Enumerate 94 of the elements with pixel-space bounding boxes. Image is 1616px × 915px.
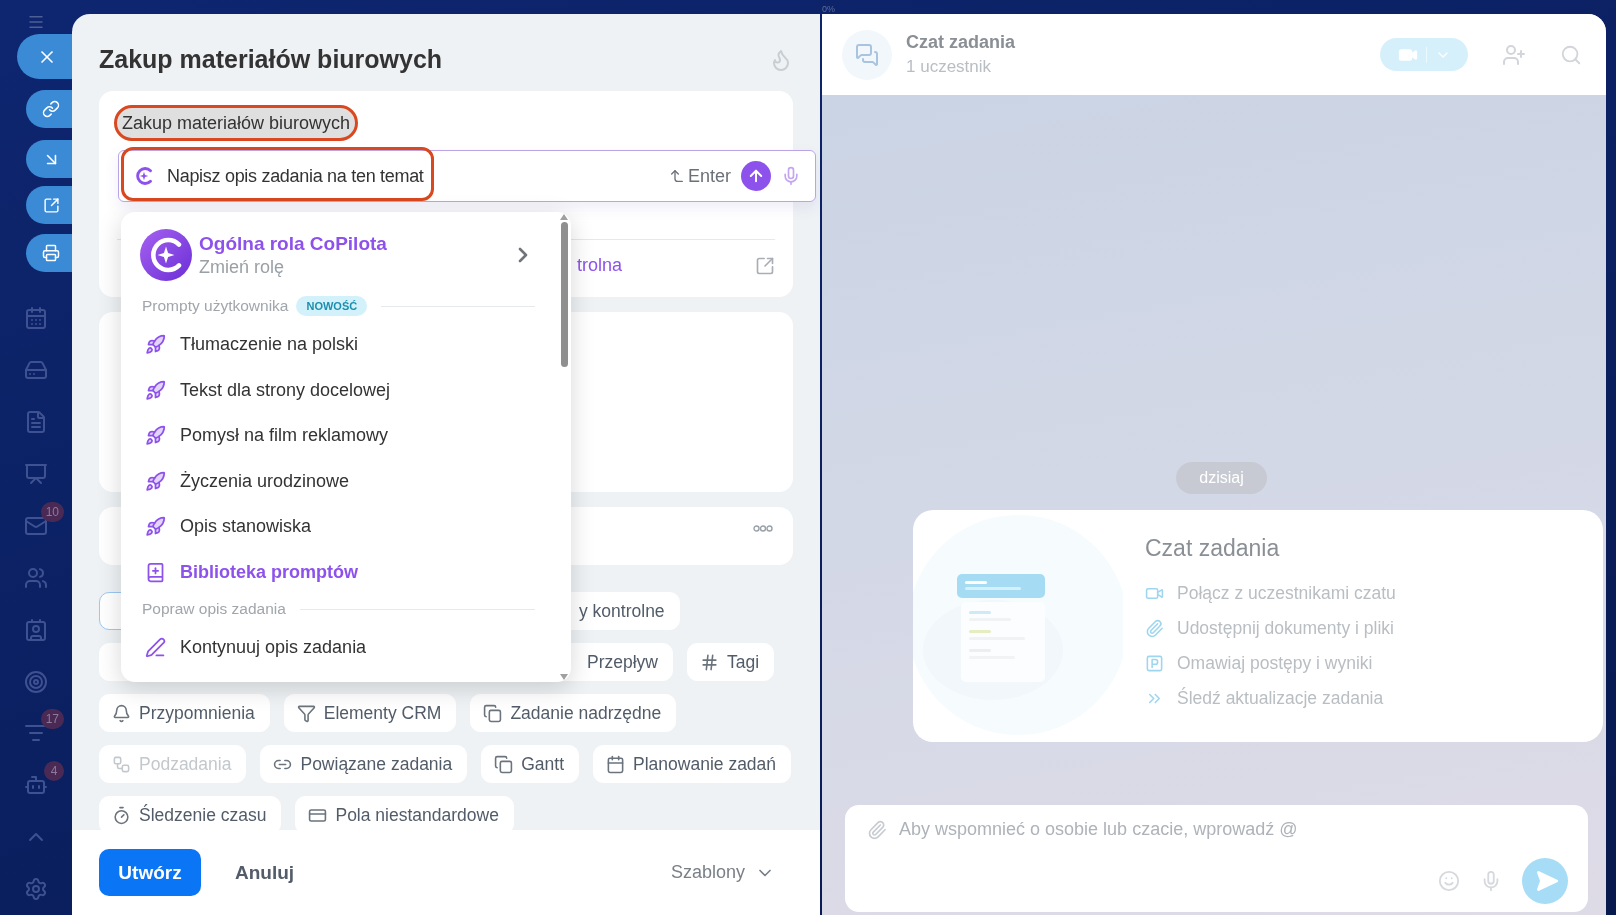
target-icon[interactable] [24, 669, 48, 694]
feature-text: Połącz z uczestnikami czatu [1145, 582, 1396, 605]
presentation-icon[interactable] [24, 462, 48, 487]
book-icon [145, 561, 166, 583]
funnel-icon [296, 703, 316, 723]
search-icon [1560, 43, 1582, 66]
calendar-icon[interactable] [24, 306, 48, 331]
intro-title: Czat zadania [1145, 535, 1281, 562]
open-external-button[interactable] [26, 186, 72, 224]
checklist-link[interactable]: trolna [577, 255, 623, 276]
enter-arrow-icon [668, 168, 685, 184]
rocket-icon [145, 470, 166, 492]
paperclip-icon[interactable] [867, 819, 887, 840]
search-button[interactable] [1560, 43, 1582, 66]
printer-icon [42, 244, 60, 262]
bell-icon [112, 703, 131, 723]
feature-text: Omawiaj postępy i wyniki [1145, 652, 1396, 675]
feature-chip[interactable]: Zadanie nadrzędne [470, 694, 677, 732]
feature-chip[interactable]: Planowanie zadań [593, 745, 792, 783]
progress-label: 0% [822, 4, 835, 14]
feature-text: Udostępnij dokumenty i pliki [1145, 617, 1396, 640]
menu-item[interactable]: Życzenia urodzinowe [140, 458, 535, 504]
external-link-icon [42, 196, 60, 214]
paperclip-icon [1145, 619, 1164, 638]
role-subtitle: Zmień rolę [199, 256, 286, 278]
send-message-button[interactable] [1522, 858, 1568, 904]
feature-chip[interactable]: Śledzenie czasu [99, 796, 282, 830]
pen-icon [145, 637, 166, 659]
date-label: dzisiaj [1176, 462, 1267, 494]
chat-bubbles-icon [855, 42, 879, 67]
smiley-icon [1438, 870, 1460, 892]
role-title: Ogólna rola CoPilota [199, 232, 388, 255]
video-call-button[interactable] [1380, 38, 1468, 71]
section-title: Prompty użytkownika [142, 297, 289, 315]
feature-chip[interactable]: Powiązane zadania [260, 745, 468, 783]
timer-icon [112, 805, 131, 825]
copy-link-button[interactable] [26, 90, 72, 128]
subtask-icon [112, 754, 131, 774]
menu-item[interactable]: Tekst dla strony docelowej [140, 367, 535, 413]
menu-item[interactable]: Tłumaczenie na polski [140, 322, 535, 368]
menu-item[interactable]: Pomysł na film reklamowy [140, 413, 535, 459]
participants-count: 1 uczestnik [906, 57, 993, 77]
section-title: Popraw opis zadania [142, 600, 286, 618]
rocket-icon [145, 379, 166, 401]
add-user-icon [1502, 42, 1526, 67]
hash-icon [700, 652, 719, 672]
feature-text: Śledź aktualizacje zadania [1145, 687, 1396, 710]
rocket-icon [145, 425, 166, 447]
more-icon [753, 525, 773, 532]
calendar-icon [606, 754, 626, 774]
more-button[interactable] [753, 525, 773, 532]
people-icon[interactable] [24, 565, 48, 590]
new-badge: NOWOŚĆ [296, 296, 368, 316]
task-name-field[interactable]: Zakup materiałów biurowych [114, 105, 359, 141]
count-badge: 17 [40, 709, 64, 730]
document-icon[interactable] [24, 410, 48, 435]
scrollbar-thumb[interactable] [560, 222, 568, 367]
feature-chip[interactable]: Tagi [687, 643, 775, 681]
p-square-icon [1145, 654, 1164, 673]
feature-chip[interactable]: Gantt [481, 745, 580, 783]
copilot-logo-icon [140, 229, 192, 281]
send-icon [1534, 869, 1559, 893]
task-title: Zakup materiałów biurowych [99, 45, 443, 74]
count-badge: 4 [44, 761, 64, 782]
download-button[interactable] [26, 140, 72, 178]
create-button[interactable]: Utwórz [99, 849, 201, 896]
contact-card-icon[interactable] [24, 617, 48, 642]
emoji-button[interactable] [1438, 870, 1460, 892]
feature-chip[interactable]: Pola niestandardowe [295, 796, 514, 830]
settings-icon[interactable] [24, 877, 48, 902]
ai-prompt-field[interactable]: Napisz opis zadania na ten temat Enter [118, 150, 816, 202]
message-field[interactable]: Aby wspomnieć o osobie lub czacie, wprowadź @ [899, 819, 1572, 840]
stacked-squares-icon [494, 754, 514, 774]
send-button[interactable] [741, 161, 771, 191]
feature-chip[interactable]: Przypomnienia [99, 694, 270, 732]
feature-chip[interactable]: Elementy CRM [283, 694, 457, 732]
rocket-icon [145, 334, 166, 356]
print-button[interactable] [26, 234, 72, 272]
open-external-icon[interactable] [755, 255, 775, 276]
menu-item[interactable]: Biblioteka promptów [140, 549, 535, 595]
prompt-text: Napisz opis zadania na ten temat [167, 165, 425, 187]
templates-dropdown[interactable]: Szablony [670, 862, 775, 883]
add-user-button[interactable] [1502, 42, 1526, 67]
link-icon [42, 100, 60, 118]
enter-hint: Enter [668, 165, 731, 187]
menu-item[interactable]: Opis stanowiska [140, 504, 535, 550]
microphone-icon[interactable] [781, 166, 801, 186]
role-selector[interactable]: Ogólna rola CoPilota Zmień rolę [140, 228, 535, 282]
stacked-squares-icon [483, 703, 503, 723]
rocket-icon [145, 516, 166, 538]
close-button[interactable] [17, 34, 72, 79]
count-badge: 10 [40, 502, 64, 522]
cancel-button[interactable]: Anuluj [215, 849, 315, 896]
chat-title: Czat zadania [906, 32, 1017, 53]
